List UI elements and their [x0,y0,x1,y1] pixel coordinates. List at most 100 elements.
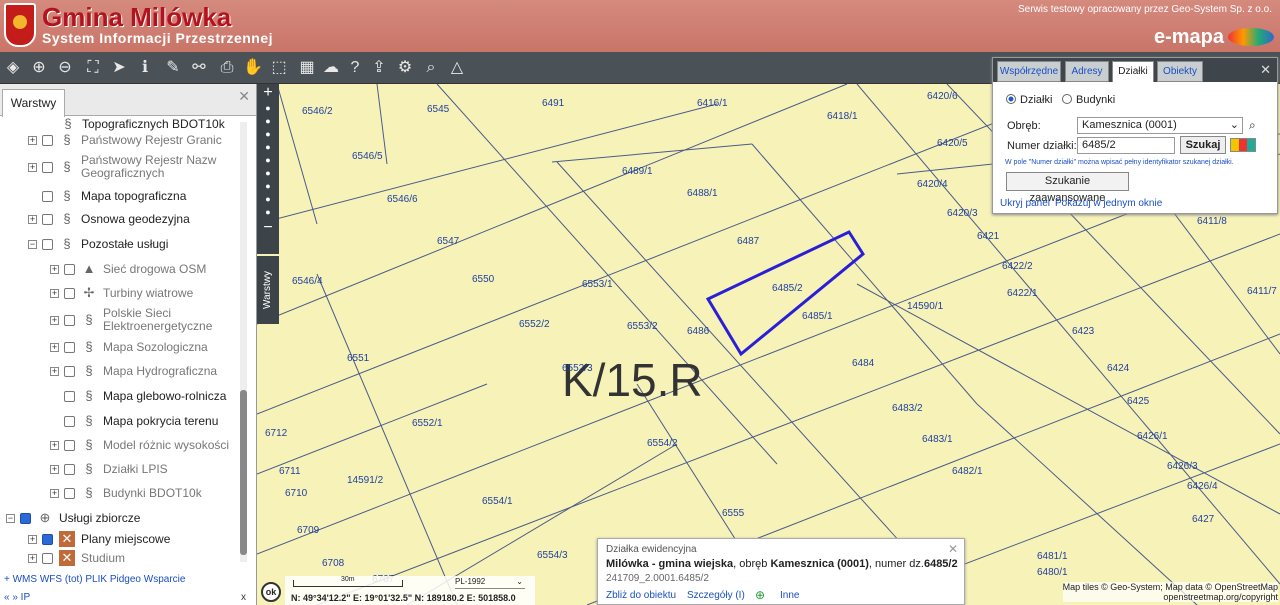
traffic-light-icon[interactable] [1230,138,1256,152]
zoom-slider[interactable]: ● ● ● ● ● ● ● ● ● [257,102,279,219]
layer-row[interactable]: + § Polskie Sieci Elektroenergetyczne [50,307,213,333]
collapse-icon[interactable]: − [6,513,15,523]
measure-icon[interactable]: ✎ [162,57,184,79]
layer-checkbox[interactable] [42,134,53,146]
layer-checkbox[interactable] [42,552,53,564]
expand-icon[interactable]: + [50,342,59,352]
close-search-panel-icon[interactable]: ✕ [1260,62,1271,78]
layer-checkbox[interactable] [42,238,53,250]
layout-icon[interactable]: ▦ [296,57,318,79]
vertical-layers-tab[interactable]: Warstwy [257,256,279,324]
layer-row[interactable]: + § Budynki BDOT10k [50,482,202,504]
parcel-number-input[interactable]: 6485/2 [1077,137,1175,154]
radio-dzialki[interactable]: Działki [1006,94,1052,106]
tab-wspolrzedne[interactable]: Współrzędne [997,61,1061,82]
collapse-icon[interactable]: − [28,239,37,249]
zoom-plus-button[interactable]: + [257,84,279,102]
layer-checkbox[interactable] [42,190,53,202]
tab-obiekty[interactable]: Obiekty [1157,61,1203,82]
obreb-select[interactable]: Kamesznica (0001) ⌄ [1077,117,1243,134]
layer-row[interactable]: − ⊕ Usługi zbiorcze [6,507,140,529]
info-icon[interactable]: ℹ [134,57,156,79]
search-map-icon[interactable]: ⌕ [420,57,442,79]
layer-row[interactable]: + ✕ Studium [28,547,125,569]
tab-dzialki[interactable]: Działki [1112,61,1154,82]
details-link[interactable]: Szczegóły (I) [687,590,745,601]
layer-checkbox[interactable] [64,463,75,475]
layer-row[interactable]: + § Mapa Sozologiczna [50,336,208,358]
layer-checkbox[interactable] [64,415,75,427]
layer-checkbox[interactable] [42,213,53,225]
layer-checkbox[interactable] [64,365,75,377]
settings-icon[interactable]: ⚙ [394,57,416,79]
expand-icon[interactable]: + [50,315,59,325]
link-icon[interactable]: ⚯ [188,57,210,79]
zoom-in-icon[interactable]: ⊕ [28,57,50,79]
search-icon[interactable]: ⌕ [1249,118,1256,133]
layer-row[interactable]: + § Państwowy Rejestr Nazw Geograficznych [28,154,221,180]
select-area-icon[interactable]: ⬚ [268,57,290,79]
print-icon[interactable]: ⎙ [216,57,238,79]
one-window-link[interactable]: Pokazuj w jednym oknie [1055,198,1162,209]
layer-checkbox[interactable] [64,341,75,353]
layer-checkbox[interactable] [64,287,75,299]
layer-checkbox[interactable] [20,512,31,524]
layers-icon[interactable]: ◈ [2,57,24,79]
expand-icon[interactable]: + [50,440,59,450]
pointer-icon[interactable]: ➤ [108,57,130,79]
layer-checkbox[interactable] [42,533,53,545]
bottom-links[interactable]: + WMS WFS (tot) PLIK Pidgeo Wsparcie [4,574,185,585]
layer-checkbox[interactable] [64,390,75,402]
zoom-out-icon[interactable]: ⊖ [54,57,76,79]
layer-row[interactable]: − § Pozostałe usługi [28,233,168,255]
expand-icon[interactable]: + [28,214,37,224]
hide-panel-link[interactable]: Ukryj panel [1000,198,1050,209]
expand-icon[interactable]: + [50,464,59,474]
close-panel-icon[interactable]: ✕ [238,88,250,105]
layer-row[interactable]: § Mapa pokrycia terenu [64,410,218,432]
layer-checkbox[interactable] [64,487,75,499]
layer-row[interactable]: + § Mapa Hydrograficzna [50,360,217,382]
expand-icon[interactable]: + [50,264,59,274]
pan-icon[interactable]: ✋ [242,57,264,79]
other-link[interactable]: Inne [780,590,799,601]
expand-icon[interactable]: + [28,534,37,544]
tab-warstwy[interactable]: Warstwy [2,89,65,117]
layer-row[interactable]: + § Państwowy Rejestr Granic [28,129,222,151]
layer-row[interactable]: + ▲ Sieć drogowa OSM [50,258,206,280]
comment-icon[interactable]: ☁ [320,57,342,79]
expand-icon[interactable]: + [28,135,37,145]
expand-icon[interactable]: + [50,488,59,498]
advanced-search-button[interactable]: Szukanie zaawansowane [1006,172,1129,204]
cloud-upload-icon[interactable]: ⇪ [368,57,390,79]
full-extent-icon[interactable]: ⛶ [82,57,104,79]
radio-budynki[interactable]: Budynki [1062,94,1115,106]
expand-icon[interactable]: + [28,553,37,563]
layer-row[interactable]: + § Model różnic wysokości [50,434,229,456]
zoom-to-object-link[interactable]: Zbliż do obiektu [606,590,676,601]
layer-row[interactable]: § Mapa topograficzna [42,185,186,207]
layer-row[interactable]: § Mapa glebowo-rolnicza [64,385,226,407]
search-button[interactable]: Szukaj [1180,136,1226,154]
expand-icon[interactable]: + [50,288,59,298]
expand-icon[interactable]: + [28,162,37,172]
layer-row[interactable]: + § Działki LPIS [50,458,168,480]
layer-checkbox[interactable] [64,263,75,275]
layer-checkbox[interactable] [42,161,53,173]
bottom-links-secondary[interactable]: « » IP x [4,592,254,603]
geosystem-logo[interactable] [1228,28,1274,46]
crs-select[interactable]: PL-1992 ⌄ [455,577,525,589]
tab-adresy[interactable]: Adresy [1065,61,1109,82]
layer-row[interactable]: + § Osnowa geodezyjna [28,208,190,230]
close-popup-icon[interactable]: ✕ [948,542,958,556]
ok-button[interactable]: ok [261,582,281,602]
help-icon[interactable]: ? [344,57,366,79]
layer-row[interactable]: + ✢ Turbiny wiatrowe [50,282,193,304]
close-icon[interactable]: x [241,592,246,603]
expand-icon[interactable]: + [50,366,59,376]
zoom-minus-button[interactable]: − [257,219,279,237]
compass-icon[interactable]: △ [446,57,468,79]
layer-checkbox[interactable] [64,314,75,326]
add-icon[interactable]: ⊕ [755,588,765,602]
layer-checkbox[interactable] [64,439,75,451]
